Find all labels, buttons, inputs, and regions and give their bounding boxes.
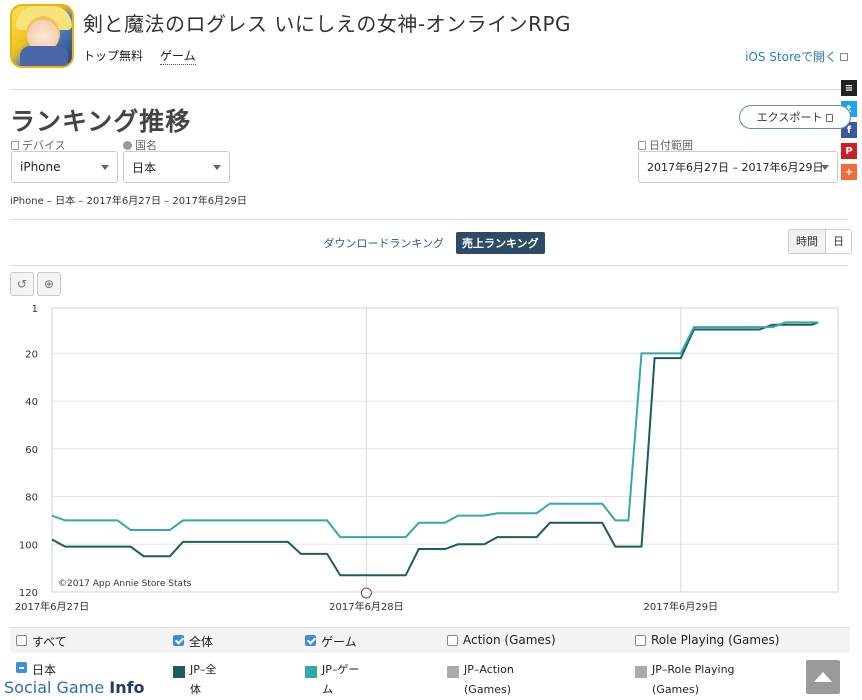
back-to-top-button[interactable] [806,660,840,694]
device-select-value: iPhone [20,160,61,174]
zoom-button[interactable]: ⊕ [37,272,61,296]
chevron-down-icon [821,165,829,170]
time-cursor-handle [360,587,372,599]
country-select[interactable]: 日本 [123,151,230,183]
filter-summary: iPhone – 日本 – 2017年6月27日 – 2017年6月29日 [10,196,247,207]
app-title: 剣と魔法のログレス いにしえの女神-オンラインRPG [83,12,572,36]
ios-store-link-label: iOS Storeで開く [745,50,837,64]
reset-zoom-button[interactable]: ↺ [10,272,34,296]
legend-filter-row: すべて 全体 ゲーム Action (Games) Role Playing (… [10,627,850,653]
app-icon [10,4,74,68]
device-icon [11,140,19,150]
x-tick-label: 2017年6月28日 [329,600,404,613]
granularity-day-button[interactable]: 日 [825,230,851,253]
y-tick-label: 40 [25,397,38,408]
checkbox-games[interactable] [305,635,316,646]
device-select[interactable]: iPhone [11,151,118,183]
ranking-chart: 1204060801001202017年6月27日 2017年6月28日 2017年… [15,304,839,613]
watermark-logo: Social Game Info [4,678,145,697]
checkbox-overall[interactable] [173,635,184,646]
y-tick-label: 1 [32,304,38,315]
genre-link[interactable]: ゲーム [160,47,196,65]
ranking-tabs: ダウンロードランキング 売上ランキング [0,232,862,254]
series-swatch [635,666,647,678]
legend-series-overall[interactable]: JP–全 体 [173,660,216,700]
legend-country-japan[interactable]: 日本 [16,660,56,680]
export-button[interactable]: エクスポート [739,105,851,129]
section-title: ランキング推移 [10,107,192,136]
country-select-value: 日本 [132,160,157,175]
y-tick-label: 80 [25,493,38,504]
undo-icon: ↺ [16,277,28,291]
arrow-up-icon [814,672,832,682]
ios-store-link[interactable]: iOS Storeで開く [745,48,848,65]
legend-role-playing-games[interactable]: Role Playing (Games) [635,633,779,647]
header-divider [10,89,848,90]
checkbox-role-playing-games[interactable] [635,635,646,646]
share-plus-icon[interactable]: + [841,164,857,180]
external-link-icon [840,53,848,61]
chart-copyright: ©2017 App Annie Store Stats [58,579,192,589]
lock-icon [826,114,834,122]
tab-download-ranking[interactable]: ダウンロードランキング [317,232,450,254]
checkbox-japan[interactable] [16,662,27,673]
x-tick-label: 2017年6月27日 [15,600,90,613]
checkbox-all[interactable] [16,635,27,646]
chart-top-divider [10,219,848,220]
series-swatch [173,666,185,678]
chevron-down-icon [101,165,109,170]
legend-games[interactable]: ゲーム [305,633,357,650]
legend-series-action[interactable]: JP–Action (Games) [447,660,514,700]
legend-series-games[interactable]: JP–ゲー ム [305,660,359,700]
checkbox-action-games[interactable] [447,635,458,646]
date-range-value: 2017年6月27日 – 2017年6月29日 [647,161,824,174]
pinterest-icon[interactable]: P [841,143,857,159]
tabs-divider [10,265,848,266]
tab-revenue-ranking[interactable]: 売上ランキング [456,232,545,254]
free-category-label: トップ無料 [83,49,144,63]
chevron-down-icon [213,165,221,170]
calendar-icon [638,140,646,150]
y-tick-label: 20 [25,349,38,360]
granularity-hour-button[interactable]: 時間 [789,230,825,253]
buffer-icon[interactable]: ≡ [841,80,857,96]
y-tick-label: 60 [25,445,38,456]
legend-action-games[interactable]: Action (Games) [447,633,556,647]
y-tick-label: 120 [19,588,38,599]
series-swatch [447,666,459,678]
zoom-in-icon: ⊕ [43,277,55,291]
series-swatch [305,666,317,678]
legend-overall[interactable]: 全体 [173,633,213,650]
globe-icon [123,140,132,150]
legend-all[interactable]: すべて [16,633,67,650]
app-icon-armor [20,46,68,66]
legend-series-role-playing[interactable]: JP–Role Playing (Games) [635,660,735,700]
export-button-label: エクスポート [756,111,823,124]
y-tick-label: 100 [19,540,38,551]
granularity-toggle: 時間 日 [788,229,852,254]
x-tick-label: 2017年6月29日 [644,600,719,613]
date-range-select[interactable]: 2017年6月27日 – 2017年6月29日 [638,151,838,183]
